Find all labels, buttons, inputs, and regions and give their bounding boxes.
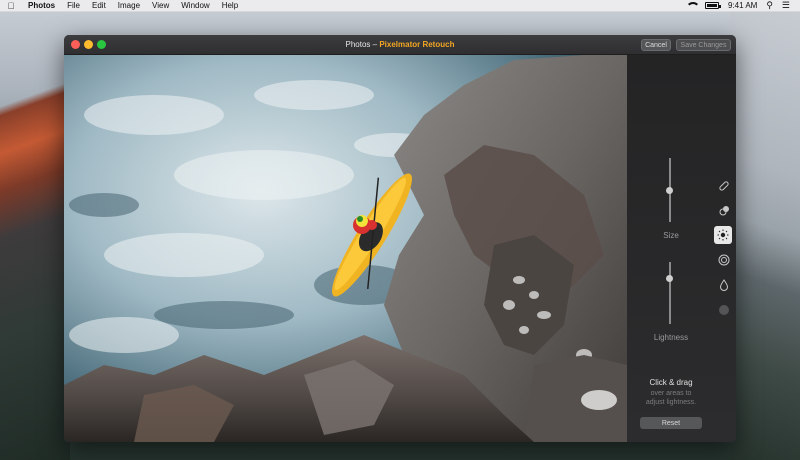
size-label: Size — [663, 231, 679, 240]
menu-view[interactable]: View — [146, 1, 175, 10]
menu-window[interactable]: Window — [175, 1, 215, 10]
circle-icon[interactable] — [715, 301, 733, 319]
lightness-slider-track[interactable] — [669, 262, 671, 324]
hint-line-2: adjust lightness. — [645, 399, 697, 406]
cancel-button[interactable]: Cancel — [641, 39, 671, 51]
menu-image[interactable]: Image — [112, 1, 146, 10]
search-icon[interactable]: ⚲ — [766, 0, 773, 11]
reset-button[interactable]: Reset — [640, 417, 702, 429]
window-title-app: Photos — [345, 40, 371, 49]
hint-line-1: over areas to — [650, 390, 692, 397]
clone-icon[interactable] — [715, 202, 733, 220]
menu-app[interactable]: Photos — [22, 1, 61, 10]
desktop-wallpaper-right — [730, 12, 800, 460]
hint-title: Click & drag — [649, 378, 693, 387]
menu-edit[interactable]: Edit — [86, 1, 112, 10]
target-icon[interactable] — [715, 251, 733, 269]
desktop-wallpaper-left — [0, 12, 70, 460]
title-bar: Photos – Pixelmator Retouch Cancel Save … — [64, 35, 736, 55]
clock[interactable]: 9:41 AM — [728, 1, 757, 10]
window-title: Photos – Pixelmator Retouch — [64, 40, 736, 49]
lightness-slider-knob[interactable] — [666, 275, 673, 282]
save-changes-button[interactable]: Save Changes — [676, 39, 731, 51]
photo-canvas[interactable] — [64, 55, 627, 442]
size-slider-knob[interactable] — [666, 187, 673, 194]
menu-help[interactable]: Help — [216, 1, 244, 10]
menu-list-icon[interactable]: ☰ — [782, 0, 790, 11]
apple-menu-icon[interactable]:  — [0, 1, 22, 11]
window-title-separator: – — [370, 40, 380, 49]
kayak-photo — [64, 55, 627, 442]
drop-icon[interactable] — [715, 276, 733, 294]
lightness-label: Lightness — [653, 333, 689, 342]
battery-icon[interactable] — [704, 2, 721, 9]
wifi-icon[interactable] — [685, 1, 700, 10]
bandage-icon[interactable] — [715, 177, 733, 195]
window-title-extension: Pixelmator Retouch — [379, 40, 455, 49]
menu-file[interactable]: File — [61, 1, 86, 10]
sun-icon[interactable] — [714, 226, 732, 244]
menu-bar:  Photos File Edit Image View Window Hel… — [0, 0, 800, 12]
